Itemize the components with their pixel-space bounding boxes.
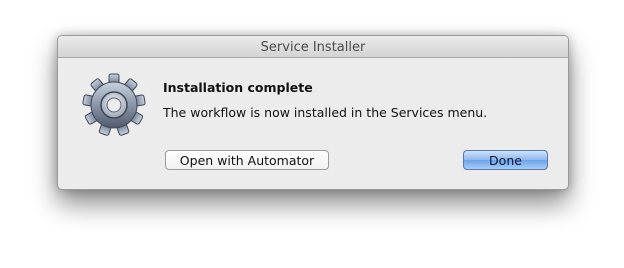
title-bar[interactable]: Service Installer <box>58 36 568 58</box>
open-with-automator-button[interactable]: Open with Automator <box>165 150 329 170</box>
dialog-heading: Installation complete <box>163 80 313 95</box>
done-button[interactable]: Done <box>463 150 548 170</box>
gear-icon <box>81 72 147 138</box>
window-title: Service Installer <box>260 40 366 55</box>
dialog-message: The workflow is now installed in the Ser… <box>163 105 488 120</box>
installer-dialog: Service Installer Installation complete … <box>57 35 569 190</box>
